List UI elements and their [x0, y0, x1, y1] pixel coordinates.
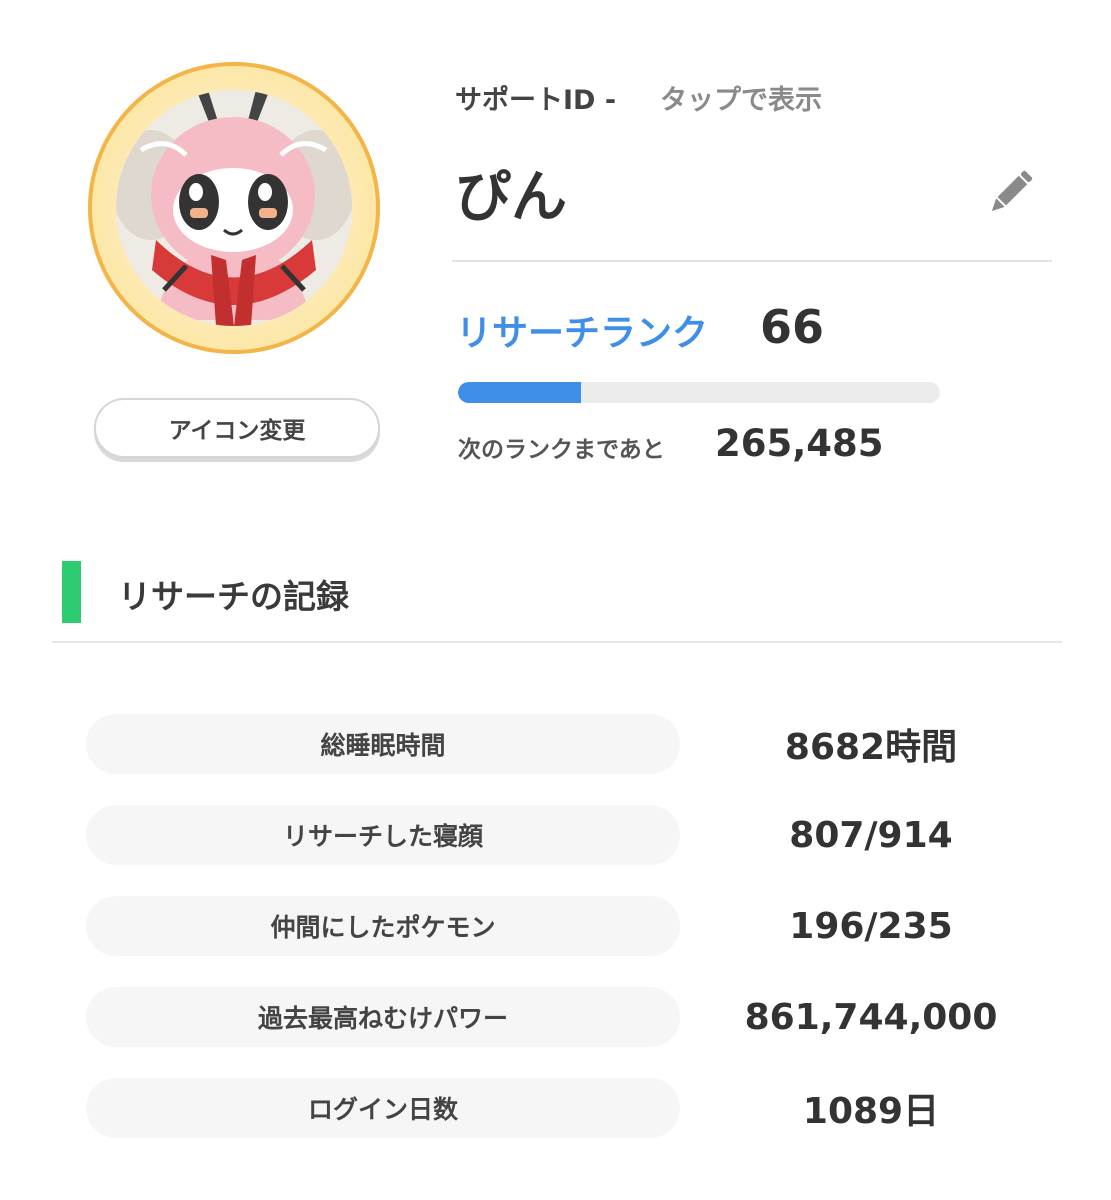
section-title: リサーチの記録 [118, 577, 349, 616]
record-row-pokemon-befriended: 仲間にしたポケモン 196/235 [86, 896, 1036, 956]
support-id-label: サポートID - [455, 85, 617, 116]
icon-change-button[interactable]: アイコン変更 [94, 398, 380, 458]
next-rank-value: 265,485 [715, 422, 884, 465]
record-label: 総睡眠時間 [86, 714, 680, 774]
divider [52, 641, 1062, 643]
record-row-sleep-styles: リサーチした寝顔 807/914 [86, 805, 1036, 865]
pencil-icon[interactable] [984, 165, 1038, 219]
record-value: 196/235 [789, 905, 953, 947]
rank-progress-bar [458, 382, 940, 403]
record-label: 過去最高ねむけパワー [86, 987, 680, 1047]
record-label: ログイン日数 [86, 1078, 680, 1138]
record-label: リサーチした寝顔 [86, 805, 680, 865]
record-row-sleep-time: 総睡眠時間 8682時間 [86, 714, 1036, 774]
record-value: 807/914 [789, 814, 953, 856]
pokemon-avatar [116, 90, 352, 326]
divider [452, 260, 1052, 262]
section-accent-bar [62, 561, 81, 623]
record-row-max-drowsy-power: 過去最高ねむけパワー 861,744,000 [86, 987, 1036, 1047]
rank-progress-fill [458, 382, 581, 403]
record-row-login-days: ログイン日数 1089日 [86, 1078, 1036, 1138]
research-rank-value: 66 [760, 300, 825, 354]
next-rank-label: 次のランクまであと [458, 437, 665, 463]
player-name: ぴん [455, 165, 567, 230]
research-rank-label: リサーチランク [456, 313, 709, 354]
record-label: 仲間にしたポケモン [86, 896, 680, 956]
record-value: 1089日 [802, 1091, 940, 1132]
record-value: 861,744,000 [744, 996, 998, 1038]
support-id-reveal-link[interactable]: タップで表示 [660, 78, 822, 117]
avatar [88, 62, 380, 354]
record-value: 8682時間 [784, 727, 958, 768]
records-list: 総睡眠時間 8682時間 リサーチした寝顔 807/914 仲間にしたポケモン … [86, 714, 1036, 1169]
